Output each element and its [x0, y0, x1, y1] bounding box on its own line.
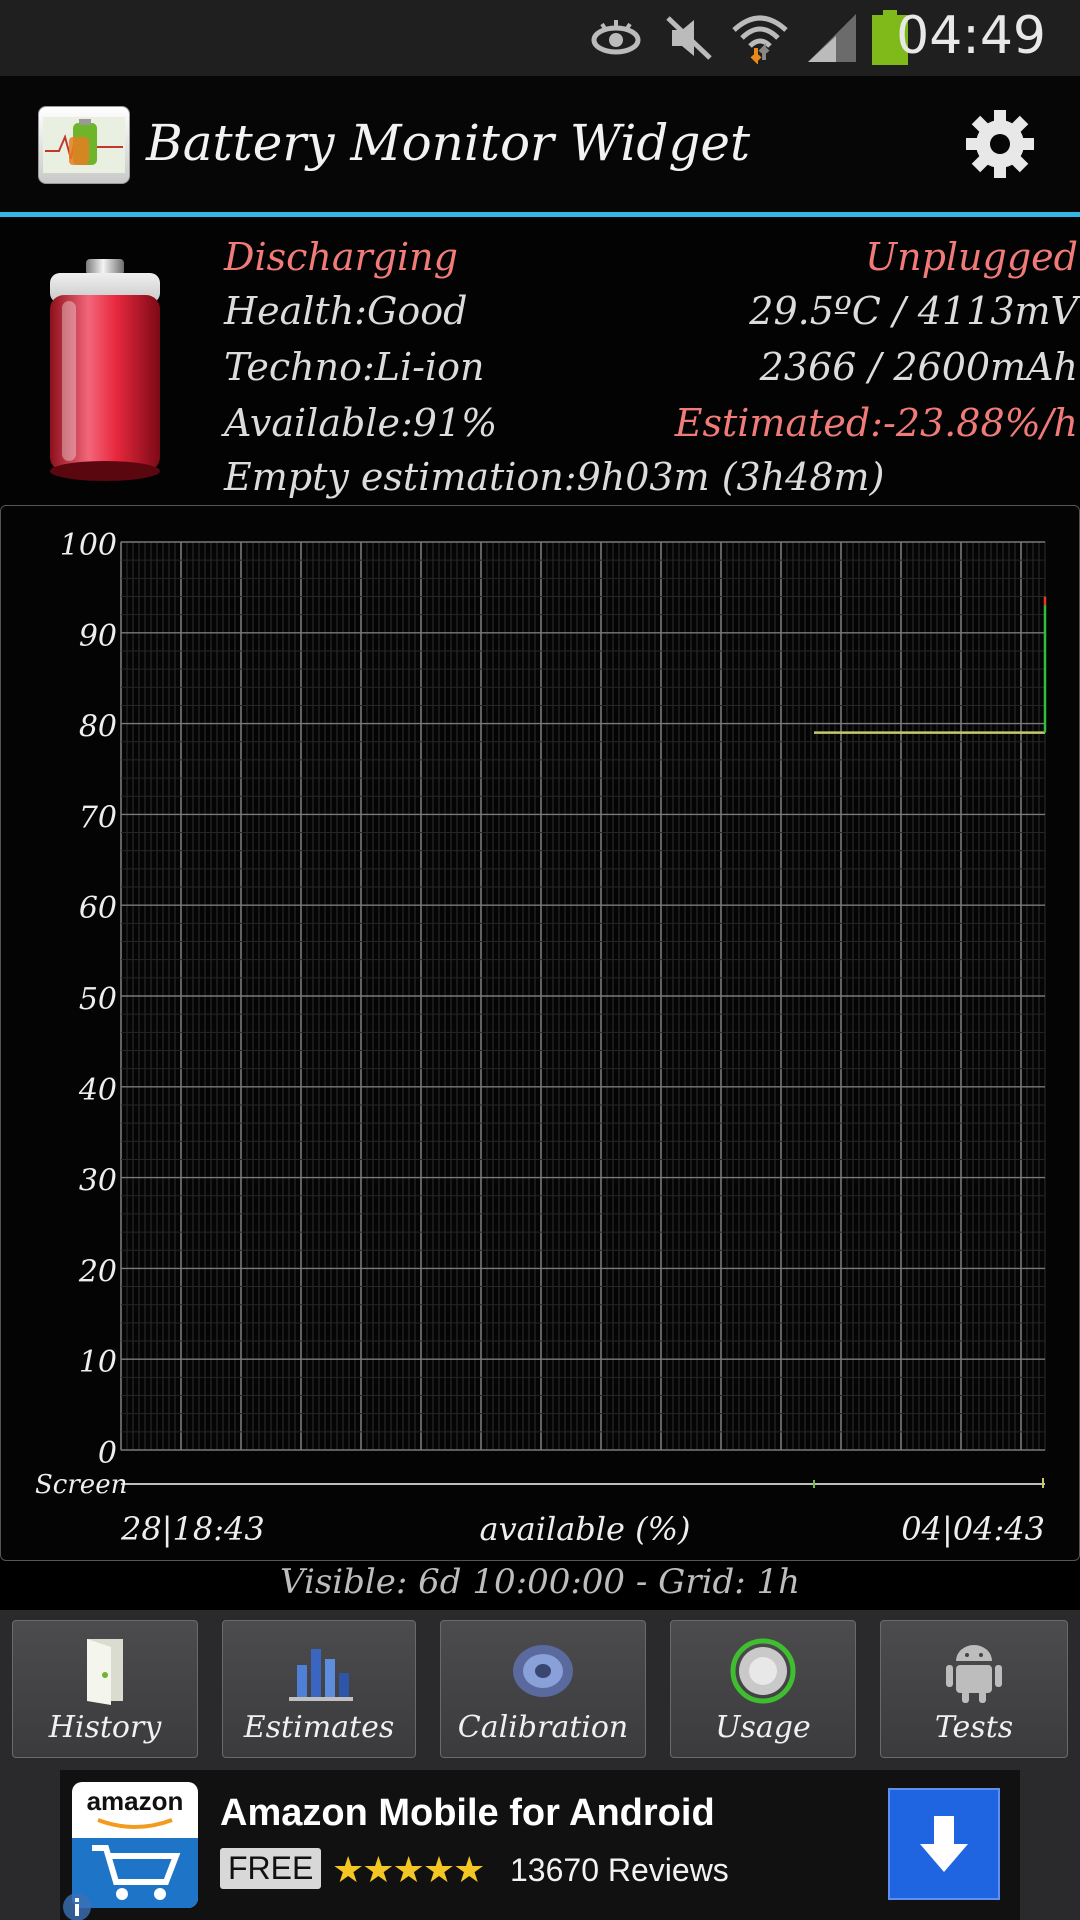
- calibration-label: Calibration: [457, 1710, 629, 1745]
- y-tick-label: 70: [79, 800, 117, 835]
- app-logo-icon: [38, 106, 130, 184]
- visible-range-text: Visible: 6d 10:00:00 - Grid: 1h: [279, 1562, 801, 1602]
- ad-info-icon[interactable]: [60, 1890, 94, 1920]
- estimates-label: Estimates: [243, 1710, 395, 1745]
- y-tick-label: 90: [79, 619, 117, 654]
- x-axis-label: available (%): [480, 1510, 691, 1548]
- y-tick-label: 60: [79, 891, 117, 926]
- app-title: Battery Monitor Widget: [146, 114, 751, 172]
- eye-icon: [591, 20, 641, 55]
- calibration-button[interactable]: Calibration: [440, 1620, 646, 1758]
- y-tick-label: 50: [79, 982, 117, 1017]
- battery-chart[interactable]: 1009080706050403020100Screen28|18:43 avai…: [1, 506, 1079, 1560]
- y-tick-label: 40: [78, 1073, 117, 1108]
- health-text: Health:Good: [224, 289, 468, 333]
- x-start-label: 28|18:43: [120, 1510, 265, 1548]
- techno-text: Techno:Li-ion: [224, 345, 485, 389]
- estimated-rate-text: Estimated:-23.88%/h: [674, 401, 1078, 445]
- temp-voltage-text: 29.5ºC / 4113mV: [749, 289, 1078, 333]
- y-tick-label: 30: [79, 1164, 117, 1199]
- usage-gauge-icon: [730, 1638, 796, 1704]
- usage-label: Usage: [715, 1710, 811, 1745]
- y-tick-label: 100: [60, 528, 117, 563]
- android-robot-icon: [946, 1645, 1002, 1703]
- empty-estimation-text: Empty estimation:9h03m (3h48m): [224, 455, 885, 499]
- nav-button-bar: History Estimates Calibration Usage Test…: [0, 1610, 1080, 1770]
- action-bar: Battery Monitor Widget: [0, 76, 1080, 214]
- y-tick-label: 0: [98, 1436, 117, 1471]
- status-bar: 04:49: [0, 0, 1080, 76]
- capacity-text: 2366 / 2600mAh: [759, 345, 1078, 389]
- ad-strip: amazon Amazon Mobile for Android FREE ★★…: [0, 1770, 1080, 1920]
- plug-state: Unplugged: [865, 235, 1078, 279]
- estimates-bars-icon: [289, 1649, 353, 1701]
- battery-info-panel: Discharging Unplugged Health:Good 29.5ºC…: [0, 217, 1080, 505]
- ad-price-badge: FREE: [220, 1848, 322, 1889]
- available-text: Available:91%: [224, 401, 498, 445]
- download-arrow-icon: [920, 1816, 968, 1872]
- y-tick-label: 20: [78, 1254, 117, 1289]
- status-time: 04:49: [896, 6, 1046, 66]
- charging-state: Discharging: [224, 235, 458, 279]
- y-tick-label: 10: [79, 1345, 117, 1380]
- usage-button[interactable]: Usage: [670, 1620, 856, 1758]
- app-screen: 04:49 Battery Monitor Widget Discharging…: [0, 0, 1080, 1920]
- estimates-button[interactable]: Estimates: [222, 1620, 416, 1758]
- history-label: History: [48, 1710, 162, 1745]
- ad-banner[interactable]: amazon Amazon Mobile for Android FREE ★★…: [60, 1770, 1020, 1920]
- battery-level-graphic: [50, 259, 160, 481]
- ad-title: Amazon Mobile for Android: [220, 1792, 715, 1834]
- tests-button[interactable]: Tests: [880, 1620, 1068, 1758]
- y-tick-label: 80: [79, 710, 117, 745]
- ad-rating-stars: ★★★★★: [332, 1850, 485, 1891]
- gear-icon[interactable]: [960, 104, 1040, 184]
- ad-download-button[interactable]: [888, 1788, 1000, 1900]
- x-end-label: 04|04:43: [901, 1510, 1045, 1548]
- tests-label: Tests: [934, 1710, 1014, 1745]
- history-door-icon: [87, 1639, 123, 1705]
- screen-label: Screen: [35, 1470, 127, 1500]
- history-button[interactable]: History: [12, 1620, 198, 1758]
- signal-icon: [808, 14, 856, 62]
- ad-review-count: 13670 Reviews: [510, 1852, 729, 1888]
- mute-icon: [666, 16, 712, 60]
- wifi-icon: [732, 15, 788, 64]
- battery-graph-panel[interactable]: 100 90 80 70 60 50 40 30 20 10 0 Screen 28|18:43 avai…: [0, 505, 1080, 1561]
- calibration-disc-icon: [513, 1645, 573, 1697]
